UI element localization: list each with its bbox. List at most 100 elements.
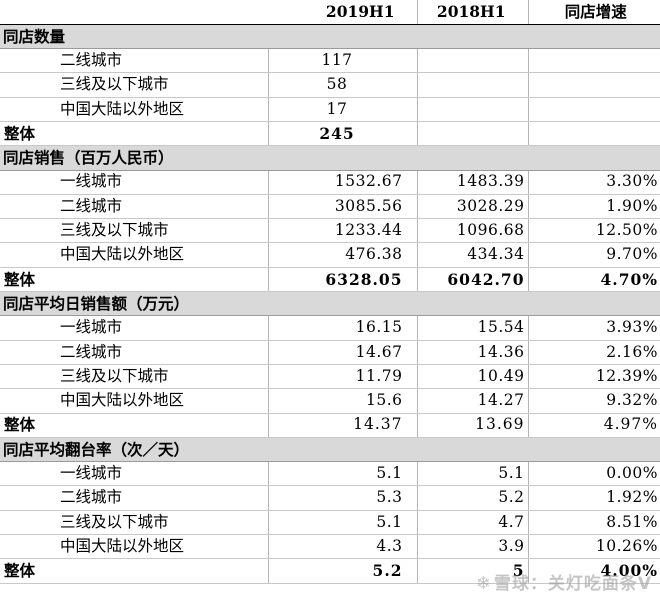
- value-2019h1: 58: [268, 72, 418, 98]
- total-label: 整体: [0, 121, 269, 147]
- value-2018h1: 1096.68: [417, 218, 529, 244]
- value-growth: [528, 72, 660, 98]
- table-row: 二线城市 117: [0, 48, 660, 74]
- value-growth: 2.16%: [528, 340, 660, 365]
- value-growth: 1.90%: [528, 194, 660, 220]
- value-2018h1: 1483.39: [417, 170, 529, 195]
- value-2018h1: 5.2: [417, 485, 529, 511]
- value-growth: [528, 97, 660, 122]
- value-2019h1: 1233.44: [268, 218, 418, 244]
- table-row: 二线城市 3085.56 3028.29 1.90%: [0, 194, 660, 220]
- table-row: 二线城市 5.3 5.2 1.92%: [0, 485, 660, 511]
- section-header: 同店销售（百万人民币）: [0, 145, 660, 171]
- row-label: 二线城市: [0, 48, 269, 74]
- value-2018h1: 4.7: [417, 510, 529, 536]
- watermark: ❄ 雪球：关灯吃面条Ⅴ: [476, 569, 652, 594]
- value-2018h1: 15.54: [417, 315, 529, 341]
- total-2019h1: 5.2: [268, 558, 418, 584]
- table-row: 三线及以下城市 5.1 4.7 8.51%: [0, 510, 660, 536]
- row-label: 三线及以下城市: [0, 72, 269, 98]
- total-row: 整体 245: [0, 121, 660, 147]
- row-label: 二线城市: [0, 485, 269, 511]
- value-2018h1: [417, 48, 529, 74]
- value-2018h1: [417, 97, 529, 122]
- row-label: 中国大陆以外地区: [0, 534, 269, 560]
- value-2019h1: 117: [268, 48, 418, 74]
- value-2018h1: 14.27: [417, 388, 529, 414]
- total-label: 整体: [0, 267, 269, 293]
- value-growth: [528, 48, 660, 74]
- header-row: 2019H1 2018H1 同店增速: [0, 0, 660, 25]
- value-2019h1: 5.1: [268, 461, 418, 487]
- header-growth: 同店增速: [528, 0, 660, 25]
- value-2019h1: 15.6: [268, 388, 418, 414]
- value-2019h1: 4.3: [268, 534, 418, 560]
- value-2018h1: 10.49: [417, 364, 529, 390]
- header-2019h1: 2019H1: [268, 0, 418, 25]
- table-row: 三线及以下城市 58: [0, 72, 660, 98]
- section-title: 同店平均翻台率（次／天）: [0, 437, 660, 463]
- section-header: 同店平均翻台率（次／天）: [0, 437, 660, 463]
- value-2018h1: 3028.29: [417, 194, 529, 220]
- value-2019h1: 11.79: [268, 364, 418, 390]
- table-row: 一线城市 16.15 15.54 3.93%: [0, 315, 660, 341]
- row-label: 三线及以下城市: [0, 218, 269, 244]
- total-2019h1: 245: [268, 121, 418, 147]
- row-label: 二线城市: [0, 194, 269, 220]
- row-label: 一线城市: [0, 170, 269, 195]
- row-label: 中国大陆以外地区: [0, 388, 269, 414]
- row-label: 三线及以下城市: [0, 510, 269, 536]
- value-2019h1: 5.1: [268, 510, 418, 536]
- value-2019h1: 3085.56: [268, 194, 418, 220]
- same-store-table: 2019H1 2018H1 同店增速 同店数量 二线城市 117 三线及以下城市 58 中…: [0, 0, 660, 584]
- section-title: 同店数量: [0, 24, 660, 50]
- total-growth: 4.97%: [528, 413, 660, 438]
- total-2019h1: 14.37: [268, 413, 418, 438]
- total-2018h1: 13.69: [417, 413, 529, 438]
- value-2018h1: [417, 72, 529, 98]
- value-2019h1: 5.3: [268, 485, 418, 511]
- value-2019h1: 16.15: [268, 315, 418, 341]
- total-row: 整体 14.37 13.69 4.97%: [0, 413, 660, 438]
- table-row: 中国大陆以外地区 4.3 3.9 10.26%: [0, 534, 660, 560]
- total-2018h1: 6042.70: [417, 267, 529, 293]
- header-blank: [0, 0, 268, 25]
- row-label: 三线及以下城市: [0, 364, 269, 390]
- value-growth: 0.00%: [528, 461, 660, 487]
- value-2018h1: 434.34: [417, 242, 529, 268]
- value-2018h1: 5.1: [417, 461, 529, 487]
- total-growth: 4.70%: [528, 267, 660, 293]
- row-label: 中国大陆以外地区: [0, 97, 269, 122]
- total-row: 整体 6328.05 6042.70 4.70%: [0, 267, 660, 293]
- value-2019h1: 1532.67: [268, 170, 418, 195]
- total-label: 整体: [0, 413, 269, 438]
- value-growth: 3.93%: [528, 315, 660, 341]
- row-label: 中国大陆以外地区: [0, 242, 269, 268]
- value-growth: 3.30%: [528, 170, 660, 195]
- header-2018h1: 2018H1: [417, 0, 529, 25]
- snowball-icon: ❄: [475, 573, 492, 594]
- value-growth: 12.39%: [528, 364, 660, 390]
- section-header: 同店数量: [0, 24, 660, 50]
- table-row: 三线及以下城市 1233.44 1096.68 12.50%: [0, 218, 660, 244]
- value-2018h1: 3.9: [417, 534, 529, 560]
- section-title: 同店销售（百万人民币）: [0, 145, 660, 171]
- total-label: 整体: [0, 558, 269, 584]
- value-growth: 9.70%: [528, 242, 660, 268]
- value-growth: 9.32%: [528, 388, 660, 414]
- value-growth: 12.50%: [528, 218, 660, 244]
- total-2019h1: 6328.05: [268, 267, 418, 293]
- total-growth: [528, 121, 660, 147]
- row-label: 一线城市: [0, 315, 269, 341]
- table-row: 中国大陆以外地区 476.38 434.34 9.70%: [0, 242, 660, 268]
- value-growth: 10.26%: [528, 534, 660, 560]
- watermark-text: 雪球：关灯吃面条Ⅴ: [493, 574, 652, 594]
- table-row: 中国大陆以外地区 15.6 14.27 9.32%: [0, 388, 660, 414]
- table-row: 二线城市 14.67 14.36 2.16%: [0, 340, 660, 365]
- value-2019h1: 14.67: [268, 340, 418, 365]
- row-label: 一线城市: [0, 461, 269, 487]
- section-title: 同店平均日销售额（万元）: [0, 291, 660, 317]
- value-growth: 1.92%: [528, 485, 660, 511]
- table-row: 一线城市 1532.67 1483.39 3.30%: [0, 170, 660, 195]
- table-row: 一线城市 5.1 5.1 0.00%: [0, 461, 660, 487]
